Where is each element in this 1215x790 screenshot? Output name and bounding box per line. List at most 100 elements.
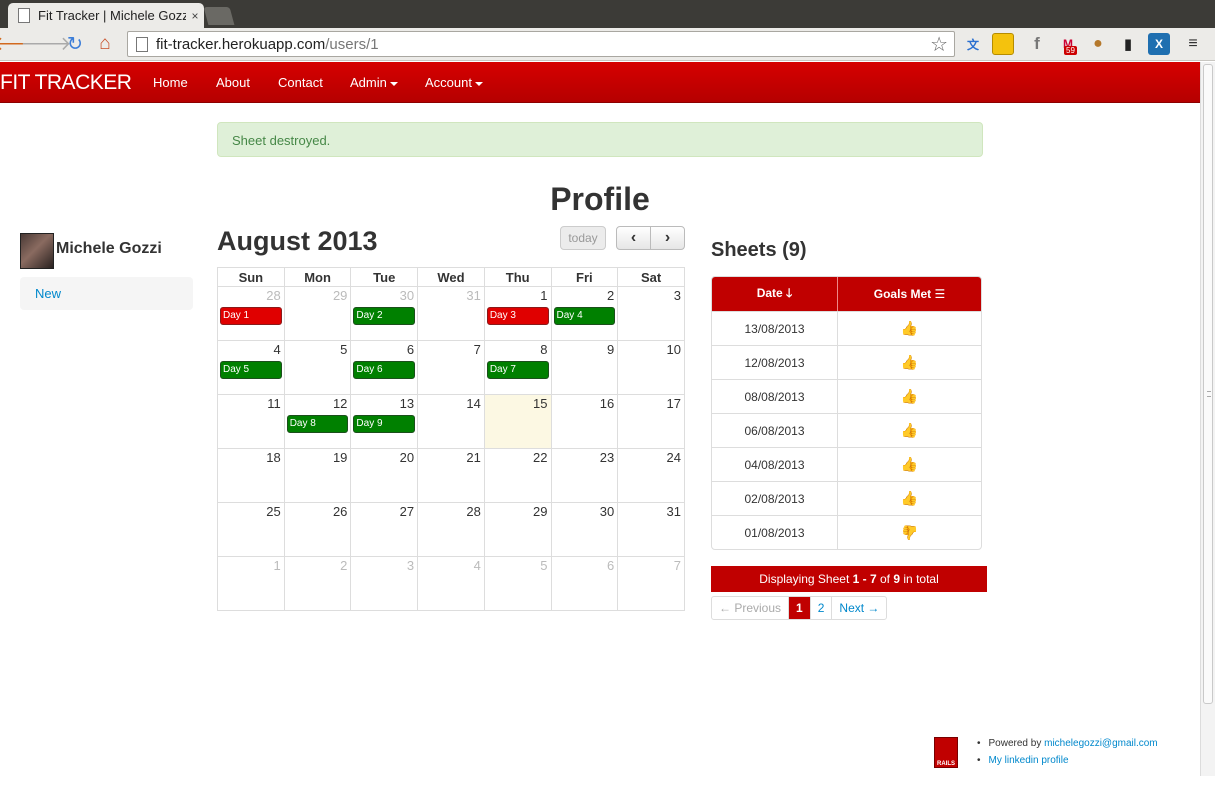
calendar-event[interactable]: Day 7 xyxy=(486,361,549,379)
calendar-event[interactable]: Day 2 xyxy=(353,307,416,325)
nav-admin-dropdown[interactable]: Admin xyxy=(350,75,398,90)
sheet-row[interactable]: 08/08/2013 👍 xyxy=(712,379,981,413)
pagination-previous[interactable]: ← Previous xyxy=(712,597,788,619)
sheet-row[interactable]: 04/08/2013 👍 xyxy=(712,447,981,481)
calendar-event[interactable]: Day 8 xyxy=(286,415,349,433)
calendar-day-cell[interactable]: 30 xyxy=(550,502,619,557)
day-number: 15 xyxy=(533,396,548,411)
brand-logo[interactable]: FIT TRACKER xyxy=(0,71,132,95)
calendar-day-cell[interactable]: 29 xyxy=(283,286,352,341)
goals-met-header[interactable]: Goals Met ☰ xyxy=(837,277,981,311)
translate-icon[interactable]: 文 xyxy=(962,33,984,55)
calendar-day-cell[interactable]: 3 xyxy=(350,556,419,611)
calendar-day-cell[interactable]: 10 xyxy=(617,340,685,395)
calendar-event[interactable]: Day 4 xyxy=(553,307,616,325)
browser-tab[interactable]: Fit Tracker | Michele Gozzi × xyxy=(8,3,204,28)
calendar-day-cell[interactable]: 1 xyxy=(217,556,285,611)
calendar-day-cell[interactable]: 28 Day 1 xyxy=(217,286,285,341)
menu-icon[interactable]: ≡ xyxy=(1182,33,1204,55)
calendar-day-cell[interactable]: 6 xyxy=(550,556,619,611)
calendar-day-cell[interactable]: 7 xyxy=(617,556,685,611)
calendar-day-cell[interactable]: 11 xyxy=(217,394,285,449)
nav-home[interactable]: Home xyxy=(153,75,188,90)
folder-icon[interactable] xyxy=(992,33,1014,55)
calendar-event[interactable]: Day 6 xyxy=(353,361,416,379)
nav-account-dropdown[interactable]: Account xyxy=(425,75,483,90)
sheet-row[interactable]: 01/08/2013 👍 xyxy=(712,515,981,549)
calendar-day-cell[interactable]: 31 xyxy=(617,502,685,557)
calendar-day-cell[interactable]: 12 Day 8 xyxy=(283,394,352,449)
calendar-day-cell[interactable]: 18 xyxy=(217,448,285,503)
calendar-day-cell[interactable]: 22 xyxy=(483,448,552,503)
calendar-day-cell[interactable]: 4 Day 5 xyxy=(217,340,285,395)
new-tab-button[interactable] xyxy=(203,7,235,25)
calendar-day-cell[interactable]: 30 Day 2 xyxy=(350,286,419,341)
calendar-day-cell[interactable]: 31 xyxy=(417,286,485,341)
email-link[interactable]: michelegozzi@gmail.com xyxy=(1044,738,1158,749)
chevron-right-icon[interactable]: › xyxy=(650,227,684,249)
pagination-next[interactable]: Next → xyxy=(831,597,886,619)
facebook-icon[interactable]: f xyxy=(1026,33,1048,55)
cookie-icon[interactable]: ● xyxy=(1087,33,1109,55)
calendar-day-cell[interactable]: 14 xyxy=(417,394,485,449)
calendar-day-cell[interactable]: 27 xyxy=(350,502,419,557)
calendar-day-cell[interactable]: 8 Day 7 xyxy=(483,340,552,395)
calendar-day-cell[interactable]: 6 Day 6 xyxy=(350,340,419,395)
sidebar-item-new[interactable]: New xyxy=(35,286,61,301)
calendar-day-cell[interactable]: 26 xyxy=(283,502,352,557)
nav-about[interactable]: About xyxy=(216,75,250,90)
calendar-day-cell[interactable]: 13 Day 9 xyxy=(350,394,419,449)
weekday-header: Tue xyxy=(350,267,419,287)
nav-contact[interactable]: Contact xyxy=(278,75,323,90)
day-number: 28 xyxy=(266,288,281,303)
chevron-left-icon[interactable]: ‹ xyxy=(617,227,650,249)
calendar-event[interactable]: Day 5 xyxy=(220,361,282,379)
flash-message: Sheet destroyed. xyxy=(217,122,983,157)
sheet-row[interactable]: 12/08/2013 👍 xyxy=(712,345,981,379)
calendar-day-cell[interactable]: 17 xyxy=(617,394,685,449)
pagination-page-2[interactable]: 2 xyxy=(809,597,832,619)
calendar-day-cell[interactable]: 5 xyxy=(483,556,552,611)
calendar-day-cell[interactable]: 5 xyxy=(283,340,352,395)
reload-icon[interactable]: ↻ xyxy=(63,32,87,56)
address-bar[interactable]: fit-tracker.herokuapp.com/users/1 ☆ xyxy=(127,31,955,57)
calendar-day-cell[interactable]: 24 xyxy=(617,448,685,503)
x-icon[interactable]: X xyxy=(1148,33,1170,55)
calendar-event[interactable]: Day 9 xyxy=(353,415,416,433)
calendar-day-cell[interactable]: 21 xyxy=(417,448,485,503)
pagination-page-1[interactable]: 1 xyxy=(788,597,810,619)
calendar-event[interactable]: Day 3 xyxy=(486,307,549,325)
calendar-day-cell[interactable]: 7 xyxy=(417,340,485,395)
linkedin-link[interactable]: My linkedin profile xyxy=(989,755,1069,766)
calendar-day-cell[interactable]: 29 xyxy=(483,502,552,557)
calendar-event[interactable]: Day 1 xyxy=(220,307,282,325)
calendar-day-cell[interactable]: 9 xyxy=(550,340,619,395)
day-number: 8 xyxy=(540,342,548,357)
sheet-row[interactable]: 06/08/2013 👍 xyxy=(712,413,981,447)
calendar-day-cell[interactable]: 3 xyxy=(617,286,685,341)
page-title: Profile xyxy=(550,181,650,217)
scroll-thumb[interactable] xyxy=(1203,64,1213,704)
calendar-day-cell[interactable]: 2 Day 4 xyxy=(550,286,619,341)
calendar-day-cell[interactable]: 16 xyxy=(550,394,619,449)
extension-icon[interactable]: ▮ xyxy=(1117,33,1139,55)
sheet-row[interactable]: 02/08/2013 👍 xyxy=(712,481,981,515)
calendar-day-cell[interactable]: 19 xyxy=(283,448,352,503)
home-icon[interactable]: ⌂ xyxy=(93,32,117,56)
calendar-day-cell[interactable]: 15 xyxy=(483,394,552,449)
forward-icon[interactable]: 🡒 xyxy=(21,32,72,56)
calendar-day-cell[interactable]: 25 xyxy=(217,502,285,557)
tab-close-icon[interactable]: × xyxy=(186,9,204,23)
sort-date-header[interactable]: Date 🡓 xyxy=(712,277,837,311)
calendar-today-button[interactable]: today xyxy=(560,226,606,250)
calendar-day-cell[interactable]: 4 xyxy=(417,556,485,611)
sheet-row[interactable]: 13/08/2013 👍 xyxy=(712,311,981,345)
calendar-day-cell[interactable]: 28 xyxy=(417,502,485,557)
calendar-day-cell[interactable]: 2 xyxy=(283,556,352,611)
calendar-day-cell[interactable]: 1 Day 3 xyxy=(483,286,552,341)
calendar-day-cell[interactable]: 23 xyxy=(550,448,619,503)
star-icon[interactable]: ☆ xyxy=(930,32,948,57)
sheet-goal-cell: 👍 xyxy=(837,515,981,549)
vertical-scrollbar[interactable] xyxy=(1200,62,1215,776)
calendar-day-cell[interactable]: 20 xyxy=(350,448,419,503)
